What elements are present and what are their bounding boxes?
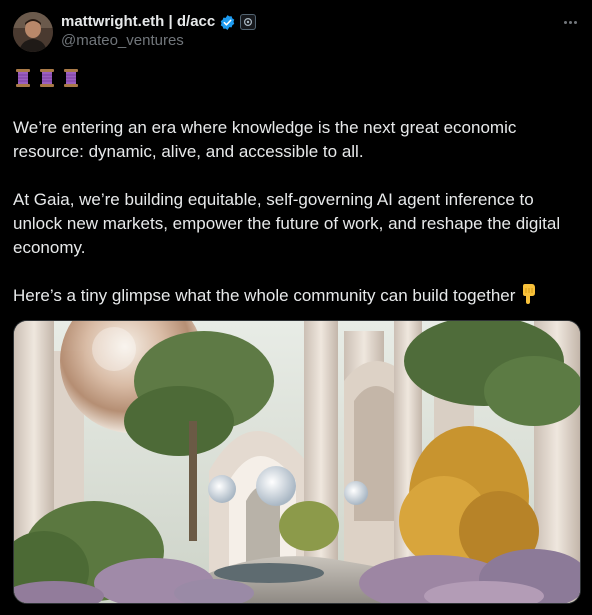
tweet-media-image[interactable] (13, 320, 581, 604)
author-display-name[interactable]: mattwright.eth | d/acc (61, 12, 215, 32)
spool-of-thread-icon (16, 69, 30, 87)
more-options-icon[interactable] (560, 12, 580, 32)
emoji-row (13, 68, 81, 88)
tweet-paragraph-2: At Gaia, we’re building equitable, self-… (13, 190, 561, 257)
spool-of-thread-icon (64, 69, 78, 87)
avatar[interactable] (13, 12, 53, 52)
verified-badge-icon[interactable] (219, 14, 236, 31)
author-handle[interactable]: @mateo_ventures (61, 32, 184, 50)
tweet: mattwright.eth | d/acc @mateo_ventures W… (0, 0, 592, 615)
author-name-row: mattwright.eth | d/acc (61, 12, 257, 32)
pointing-down-hand-icon (519, 284, 537, 311)
profile-photo-icon (13, 12, 53, 52)
tweet-paragraph-1: We’re entering an era where knowledge is… (13, 118, 517, 161)
spool-of-thread-icon (40, 69, 54, 87)
tweet-paragraph-3: Here’s a tiny glimpse what the whole com… (13, 286, 516, 305)
tweet-paragraph-3-container: Here’s a tiny glimpse what the whole com… (13, 284, 573, 311)
tweet-text: We’re entering an era where knowledge is… (13, 116, 573, 311)
futuristic-garden-image-icon (14, 321, 580, 603)
gear-badge-icon[interactable] (240, 14, 257, 30)
